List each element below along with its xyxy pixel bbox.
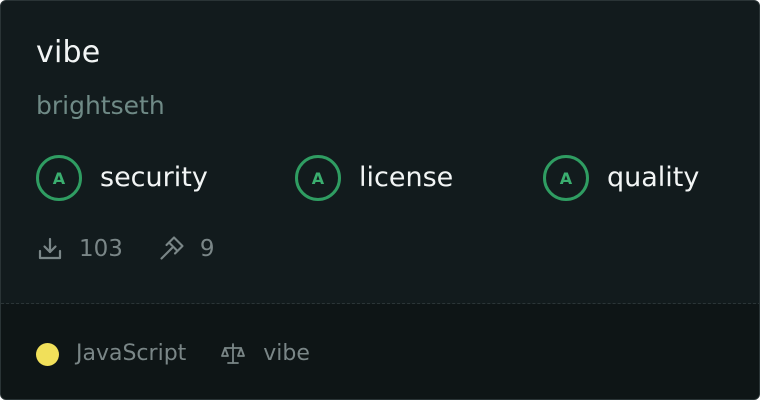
download-icon: [36, 235, 64, 263]
scale-icon: [220, 341, 246, 367]
builds-stat: 9: [157, 235, 215, 263]
quality-score-label: quality: [607, 162, 700, 193]
license-score: A license: [295, 155, 453, 201]
builds-count: 9: [199, 236, 215, 262]
quality-grade-badge: A: [543, 155, 589, 201]
license-score-label: license: [359, 162, 454, 193]
security-score-label: security: [100, 162, 208, 193]
package-stats: 103 9: [36, 233, 215, 265]
hammer-icon: [157, 235, 185, 263]
package-title[interactable]: vibe: [36, 35, 100, 71]
quality-score: A quality: [543, 155, 699, 201]
license-info: vibe: [220, 340, 310, 368]
downloads-stat: 103: [36, 235, 123, 263]
license-name: vibe: [263, 341, 310, 366]
security-grade-badge: A: [36, 155, 82, 201]
language-label: JavaScript: [76, 341, 187, 366]
footer-meta: JavaScript vibe: [36, 339, 310, 369]
card-footer: JavaScript vibe: [1, 304, 759, 399]
security-score: A security: [36, 155, 208, 201]
license-grade-badge: A: [295, 155, 341, 201]
package-owner[interactable]: brightseth: [36, 90, 165, 122]
package-card[interactable]: vibe brightseth A security A license A q…: [0, 0, 760, 400]
language-dot: [36, 342, 59, 366]
downloads-count: 103: [79, 236, 123, 262]
